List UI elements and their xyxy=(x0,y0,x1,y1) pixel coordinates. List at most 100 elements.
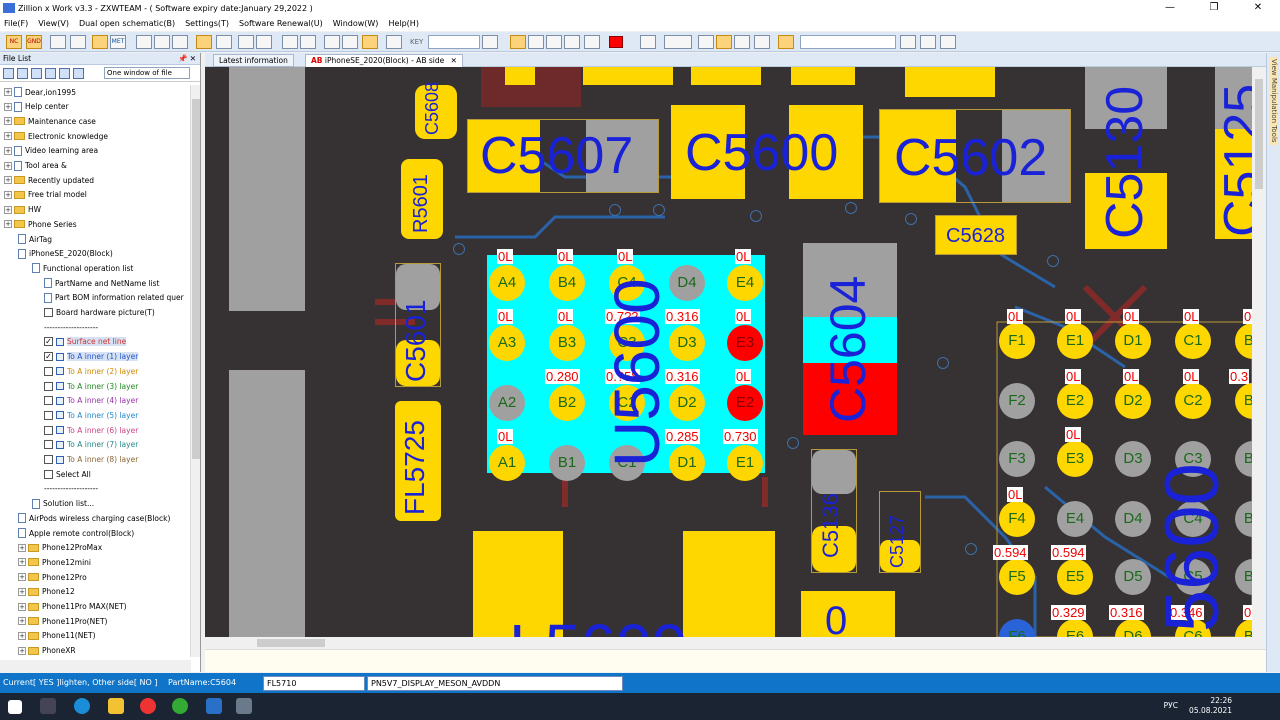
met-button[interactable]: MET xyxy=(110,35,126,49)
tree-scrollbar[interactable] xyxy=(190,85,200,657)
ball-a3[interactable]: A3 xyxy=(489,325,525,361)
ball-right-c2[interactable]: C2 xyxy=(1175,383,1211,419)
tree-item[interactable]: + Dear,ion1995 xyxy=(4,85,76,99)
home-icon[interactable] xyxy=(3,67,14,79)
ball-right-d3[interactable]: D3 xyxy=(1115,441,1151,477)
expand-icon[interactable]: + xyxy=(4,102,12,111)
nc-button[interactable]: NC xyxy=(6,35,22,49)
tree-scroll-thumb[interactable] xyxy=(192,99,200,459)
tree-item[interactable]: + Video learning area xyxy=(4,144,98,158)
window-mode-select[interactable]: One window of file xyxy=(104,67,190,79)
expand-icon[interactable]: + xyxy=(18,631,26,640)
checkbox[interactable] xyxy=(44,410,53,420)
tree-item[interactable]: Part BOM information related quer xyxy=(44,291,184,305)
ball-e4[interactable]: E4 xyxy=(727,265,763,301)
ball-e3[interactable]: E3 xyxy=(727,325,763,361)
tool-button-6[interactable] xyxy=(172,35,188,49)
rect-icon[interactable] xyxy=(584,35,600,49)
ball-right-d4[interactable]: D4 xyxy=(1115,501,1151,537)
tool-button-12[interactable] xyxy=(716,35,732,49)
no-entry-icon[interactable] xyxy=(196,35,212,49)
tree-item[interactable]: + Phone12mini xyxy=(18,555,91,569)
tree-item[interactable]: To A inner (5) layer xyxy=(44,408,138,422)
checkbox[interactable] xyxy=(44,381,53,391)
board-hscrollbar[interactable] xyxy=(205,637,1252,649)
tree-item[interactable]: + Phone11Pro(NET) xyxy=(18,614,107,628)
ball-d1[interactable]: D1 xyxy=(669,445,705,481)
menu-view[interactable]: View(V) xyxy=(38,19,69,28)
tool-button-1[interactable] xyxy=(50,35,66,49)
tool-button-9[interactable] xyxy=(256,35,272,49)
pointer-icon[interactable] xyxy=(510,35,526,49)
menu-help[interactable]: Help(H) xyxy=(388,19,419,28)
language-indicator[interactable]: РУС xyxy=(1164,701,1178,710)
tree-item[interactable]: + PhoneXR xyxy=(18,644,76,657)
tree-item[interactable]: To A inner (7) layer xyxy=(44,438,138,452)
edge-icon[interactable] xyxy=(74,698,90,714)
tree-item[interactable]: + Phone12ProMax xyxy=(18,541,102,555)
ball-right-f4[interactable]: F4 xyxy=(999,501,1035,537)
clock[interactable]: 22:26 05.08.2021 xyxy=(1189,696,1232,716)
ball-right-d1[interactable]: D1 xyxy=(1115,323,1151,359)
component-c5628[interactable]: C5628 xyxy=(935,215,1017,255)
tree-item[interactable]: + Maintenance case xyxy=(4,114,96,128)
component-c5607[interactable]: C5607 xyxy=(467,119,659,193)
folder-icon[interactable] xyxy=(31,67,42,79)
tree-item[interactable]: Board hardware picture(T) xyxy=(44,306,155,320)
menu-window[interactable]: Window(W) xyxy=(333,19,379,28)
ball-right-f1[interactable]: F1 xyxy=(999,323,1035,359)
tree-item[interactable]: iPhoneSE_2020(Block) xyxy=(18,247,113,261)
pin-close-icon[interactable]: 📌 ✕ xyxy=(178,53,196,65)
ball-a1[interactable]: A1 xyxy=(489,445,525,481)
ball-d4[interactable]: D4 xyxy=(669,265,705,301)
component-c5127[interactable]: C5127 xyxy=(879,491,921,573)
checkbox[interactable] xyxy=(44,440,53,450)
tree-item[interactable]: + Electronic knowledge xyxy=(4,129,108,143)
tree-item[interactable]: -------------------- xyxy=(44,320,98,334)
expand-icon[interactable]: + xyxy=(4,88,12,96)
explorer-icon[interactable] xyxy=(108,698,124,714)
refresh-icon[interactable] xyxy=(17,67,28,79)
expand-icon[interactable]: + xyxy=(4,220,12,229)
cut-icon[interactable] xyxy=(386,35,402,49)
expand-icon[interactable]: + xyxy=(4,132,12,141)
ball-a2[interactable]: A2 xyxy=(489,385,525,421)
font-icon[interactable] xyxy=(640,35,656,49)
component-c5604[interactable]: C5604 xyxy=(803,243,897,435)
ball-right-e5[interactable]: E5 xyxy=(1057,559,1093,595)
tool-button-7[interactable] xyxy=(216,35,232,49)
tree-item[interactable]: + Phone11(NET) xyxy=(18,629,96,643)
component-c5136[interactable]: C5136 xyxy=(811,449,857,573)
tree-item[interactable]: Functional operation list xyxy=(32,261,133,275)
task-view-icon[interactable] xyxy=(40,698,56,714)
tool-button-13[interactable] xyxy=(734,35,750,49)
expand-icon[interactable]: + xyxy=(4,117,12,126)
tree-item[interactable]: + HW xyxy=(4,203,41,217)
tree-item[interactable]: Apple remote control(Block) xyxy=(18,526,134,540)
zxw-app-icon[interactable] xyxy=(206,698,222,714)
tree-item[interactable]: Select All xyxy=(44,467,91,481)
net-search-dropdown[interactable] xyxy=(800,35,896,49)
component-fl5725[interactable]: FL5725 xyxy=(395,401,441,521)
net-combo[interactable]: PN5V7_DISPLAY_MESON_AVDDN xyxy=(367,676,623,691)
line-icon[interactable] xyxy=(564,35,580,49)
tool-button-2[interactable] xyxy=(70,35,86,49)
grid-icon[interactable] xyxy=(45,67,56,79)
tool-button-3[interactable] xyxy=(92,35,108,49)
ball-right-e2[interactable]: E2 xyxy=(1057,383,1093,419)
minimize-button[interactable]: — xyxy=(1148,0,1192,16)
tree-item[interactable]: ✓ Surface net line xyxy=(44,335,127,349)
ball-d3[interactable]: D3 xyxy=(669,325,705,361)
ball-b4[interactable]: B4 xyxy=(549,265,585,301)
checkbox[interactable]: ✓ xyxy=(44,337,53,347)
checkbox[interactable] xyxy=(44,455,53,464)
expand-icon[interactable]: + xyxy=(18,587,26,596)
tree-hscrollbar[interactable] xyxy=(0,660,191,672)
tree-item[interactable]: AirPods wireless charging case(Block) xyxy=(18,511,170,525)
view-manipulation-tools[interactable]: View Manipulation Tools xyxy=(1270,57,1278,145)
app-icon-2[interactable] xyxy=(236,698,252,714)
menu-settings[interactable]: Settings(T) xyxy=(185,19,229,28)
ball-right-e3[interactable]: E3 xyxy=(1057,441,1093,477)
color-swatch[interactable] xyxy=(609,36,623,48)
ball-right-d2[interactable]: D2 xyxy=(1115,383,1151,419)
